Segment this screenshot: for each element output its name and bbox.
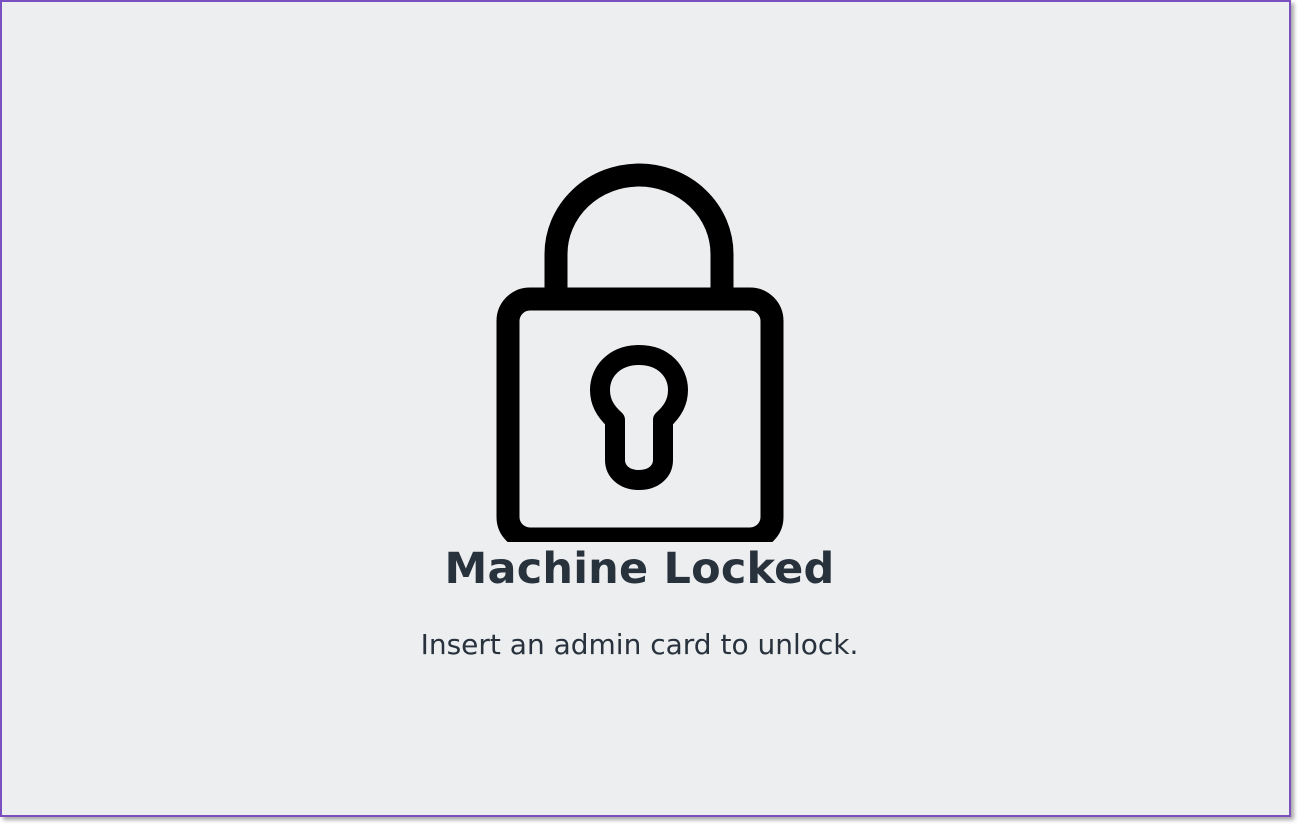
unlock-instructions: Insert an admin card to unlock. bbox=[420, 628, 859, 661]
lock-icon bbox=[496, 163, 784, 542]
page-title: Machine Locked bbox=[444, 544, 835, 594]
lock-screen: Machine Locked Insert an admin card to u… bbox=[0, 0, 1291, 817]
